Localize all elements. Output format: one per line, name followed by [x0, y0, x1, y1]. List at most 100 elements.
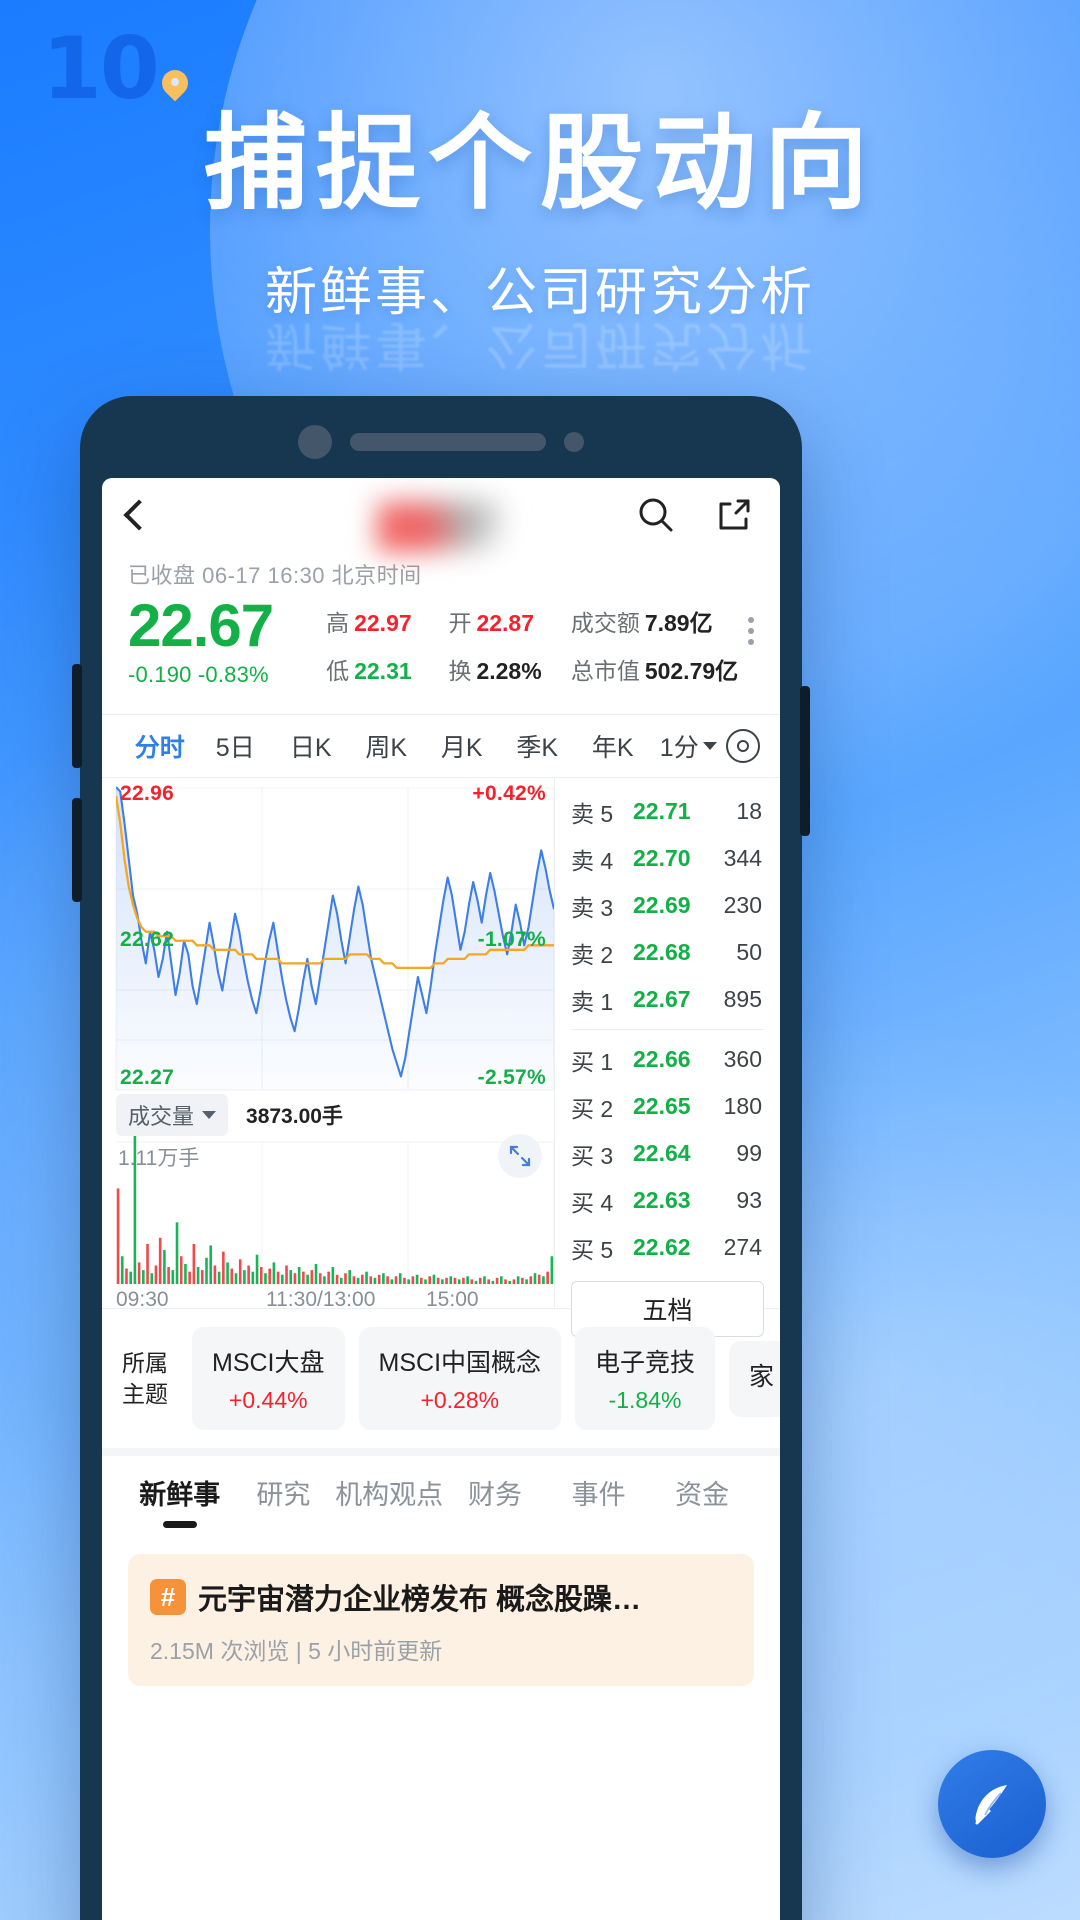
logo-text: 10 [42, 19, 160, 119]
tab-capital-flow[interactable]: 资金 [650, 1473, 754, 1512]
theme-card-msci-large[interactable]: MSCI大盘 +0.44% [192, 1327, 345, 1430]
intraday-chart[interactable]: 22.96 +0.42% 22.62 -1.07% 22.27 -2.57% 成… [102, 778, 554, 1311]
ask5-qty: 18 [736, 798, 762, 824]
ask3-qty: 230 [723, 892, 762, 918]
compose-fab-button[interactable] [938, 1750, 1046, 1858]
volume-indicator-selector[interactable]: 成交量 [116, 1094, 229, 1136]
power-button[interactable] [800, 686, 810, 836]
orderbook-row-bid2[interactable]: 买 2 22.65 180 [555, 1083, 780, 1130]
settings-target-icon[interactable] [726, 729, 760, 763]
bid3-price: 22.64 [633, 1140, 691, 1166]
orderbook-row-ask1[interactable]: 卖 1 22.67 895 [555, 976, 780, 1023]
feather-pen-icon [975, 1785, 1007, 1825]
bid3-label: 买 3 [571, 1142, 614, 1169]
tab-news[interactable]: 新鲜事 [128, 1473, 232, 1512]
volume-down-button[interactable] [72, 798, 82, 902]
bid4-qty: 93 [736, 1187, 762, 1213]
ask4-label: 卖 4 [571, 847, 614, 874]
more-options-icon[interactable] [748, 628, 754, 634]
theme-name: MSCI大盘 [212, 1349, 325, 1377]
volume-bar-chart [116, 1136, 554, 1284]
orderbook-row-ask5[interactable]: 卖 5 22.71 18 [555, 788, 780, 835]
bid2-price: 22.65 [633, 1093, 691, 1119]
ask1-label: 卖 1 [571, 988, 614, 1015]
tab-5day[interactable]: 5日 [198, 728, 274, 764]
stat-high: 高 22.97 [326, 604, 448, 638]
tab-financials[interactable]: 财务 [443, 1473, 547, 1512]
orderbook-row-bid5[interactable]: 买 5 22.62 274 [555, 1224, 780, 1271]
news-meta: 2.15M 次浏览 | 5 小时前更新 [150, 1638, 443, 1664]
stock-title-redacted [376, 500, 506, 552]
time-axis: 09:30 11:30/13:00 15:00 [116, 1288, 554, 1312]
stat-turnover-value: 2.28% [476, 658, 542, 684]
chevron-down-icon [202, 1111, 217, 1119]
stat-turnover-rate: 换 2.28% [448, 652, 570, 686]
ask5-label: 卖 5 [571, 800, 614, 827]
volume-up-button[interactable] [72, 664, 82, 768]
theme-name: 家 [749, 1362, 775, 1391]
stat-high-label: 高 [326, 610, 350, 636]
tab-monthly-k[interactable]: 月K [424, 728, 500, 764]
orderbook-row-ask4[interactable]: 卖 4 22.70 344 [555, 835, 780, 882]
ask3-price: 22.69 [633, 892, 691, 918]
interval-selector[interactable]: 1分 [651, 728, 727, 764]
bid3-qty: 99 [736, 1140, 762, 1166]
orderbook-row-bid4[interactable]: 买 4 22.63 93 [555, 1177, 780, 1224]
tab-weekly-k[interactable]: 周K [349, 728, 425, 764]
tab-yearly-k[interactable]: 年K [575, 728, 651, 764]
quote-row: 22.67 -0.190 -0.83% 高 22.97 低 22.31 开 22.87 [128, 594, 754, 700]
bid1-label: 买 1 [571, 1048, 614, 1075]
theme-change: +0.28% [420, 1387, 500, 1413]
quote-panel: 已收盘 06-17 16:30 北京时间 22.67 -0.190 -0.83%… [102, 552, 780, 714]
theme-change: -1.84% [608, 1387, 682, 1413]
search-icon[interactable] [636, 495, 676, 535]
promo-headline: 捕捉个股动向 [203, 102, 876, 224]
tab-institutional-views[interactable]: 机构观点 [335, 1473, 443, 1512]
tab-daily-k[interactable]: 日K [273, 728, 349, 764]
theme-card-msci-china[interactable]: MSCI中国概念 +0.28% [358, 1327, 562, 1430]
bid5-qty: 274 [723, 1234, 762, 1260]
orderbook-row-ask2[interactable]: 卖 2 22.68 50 [555, 929, 780, 976]
bid2-qty: 180 [723, 1093, 762, 1119]
orderbook-row-bid3[interactable]: 买 3 22.64 99 [555, 1130, 780, 1177]
themes-label: 所属 主题 [122, 1348, 178, 1409]
orderbook-row-ask3[interactable]: 卖 3 22.69 230 [555, 882, 780, 929]
phone-screen: 已收盘 06-17 16:30 北京时间 22.67 -0.190 -0.83%… [102, 478, 780, 1920]
bid1-qty: 360 [723, 1046, 762, 1072]
news-card[interactable]: # 元宇宙潜力企业榜发布 概念股躁… 2.15M 次浏览 | 5 小时前更新 [128, 1554, 754, 1686]
orderbook-row-bid1[interactable]: 买 1 22.66 360 [555, 1036, 780, 1083]
stat-marketcap-label: 总市值 [570, 658, 640, 684]
hashtag-icon: # [150, 1579, 186, 1615]
ask4-qty: 344 [723, 845, 762, 871]
chevron-down-icon [702, 742, 717, 750]
location-pin-icon [162, 70, 188, 104]
chart-mid-price: 22.62 [120, 928, 175, 951]
bid5-price: 22.62 [633, 1234, 691, 1260]
stat-column-1: 高 22.97 低 22.31 [326, 594, 448, 700]
ask1-qty: 895 [723, 986, 762, 1012]
chart-top-price: 22.96 [120, 782, 175, 805]
bid1-price: 22.66 [633, 1046, 691, 1072]
theme-change: +0.44% [228, 1387, 308, 1413]
tab-quarterly-k[interactable]: 季K [500, 728, 576, 764]
stat-high-value: 22.97 [354, 610, 412, 636]
stat-low-value: 22.31 [354, 658, 412, 684]
fullscreen-icon[interactable] [498, 1134, 542, 1178]
theme-card-esports[interactable]: 电子竞技 -1.84% [575, 1327, 716, 1430]
theme-card-partial[interactable]: 家 [729, 1340, 780, 1417]
tab-research[interactable]: 研究 [232, 1473, 336, 1512]
price-column: 22.67 -0.190 -0.83% [128, 594, 326, 688]
news-headline: 元宇宙潜力企业榜发布 概念股躁… [198, 1584, 642, 1616]
stat-amount-label: 成交额 [570, 610, 640, 636]
tab-fenshi[interactable]: 分时 [122, 728, 198, 764]
tab-events[interactable]: 事件 [547, 1473, 651, 1512]
ask5-price: 22.71 [633, 798, 691, 824]
phone-mockup: 已收盘 06-17 16:30 北京时间 22.67 -0.190 -0.83%… [72, 396, 810, 1920]
stat-open-value: 22.87 [476, 610, 535, 636]
theme-name: MSCI中国概念 [378, 1349, 542, 1377]
back-icon[interactable] [123, 499, 155, 531]
share-icon[interactable] [714, 495, 754, 535]
stat-marketcap-value: 502.79亿 [644, 658, 739, 684]
time-axis-open: 09:30 [116, 1288, 169, 1311]
stat-low: 低 22.31 [326, 652, 448, 686]
